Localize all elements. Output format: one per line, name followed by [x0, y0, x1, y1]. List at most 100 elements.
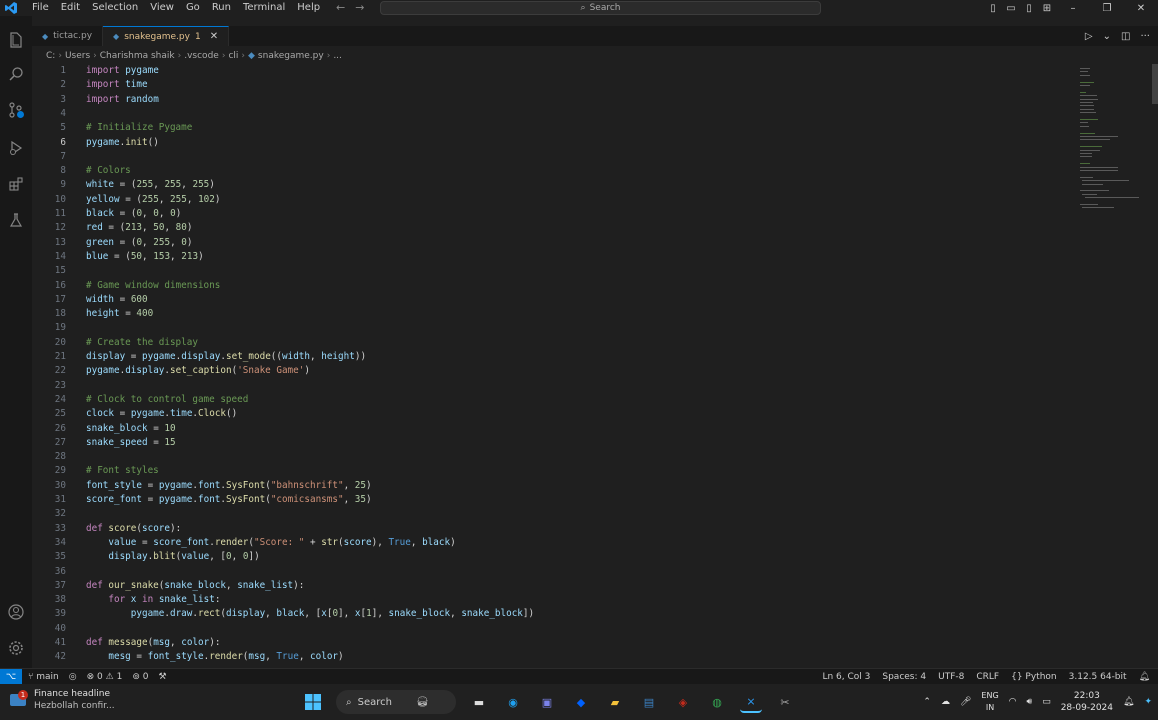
- microphone-icon[interactable]: 🎤︎: [960, 697, 971, 707]
- battery-icon[interactable]: ▭: [1042, 697, 1051, 707]
- code-line[interactable]: 30 font_style = pygame.font.SysFont("bahn…: [32, 479, 1076, 493]
- breadcrumb-item[interactable]: C:: [46, 51, 55, 61]
- code-line[interactable]: 27 snake_speed = 15: [32, 436, 1076, 450]
- store-app-icon[interactable]: ▤: [638, 691, 660, 713]
- tab-snakegame[interactable]: ◆ snakegame.py 1 ✕: [103, 26, 230, 46]
- menu-terminal[interactable]: Terminal: [237, 0, 291, 16]
- code-line[interactable]: 14 blue = (50, 153, 213): [32, 250, 1076, 264]
- taskbar-search[interactable]: ⌕ Search 🍔︎: [336, 690, 456, 714]
- code-line[interactable]: 22 pygame.display.set_caption('Snake Game…: [32, 364, 1076, 378]
- toggle-panel-icon[interactable]: ▭: [1002, 3, 1020, 14]
- code-line[interactable]: 2 import time: [32, 78, 1076, 92]
- forward-arrow-icon[interactable]: →: [355, 0, 364, 16]
- code-line[interactable]: 25 clock = pygame.time.Clock(): [32, 407, 1076, 421]
- menu-help[interactable]: Help: [291, 0, 326, 16]
- code-line[interactable]: 36: [32, 565, 1076, 579]
- remote-indicator-icon[interactable]: ⌥: [0, 668, 22, 685]
- code-line[interactable]: 9 white = (255, 255, 255): [32, 178, 1076, 192]
- volume-icon[interactable]: 🔊︎: [1027, 697, 1033, 707]
- copilot-icon[interactable]: ✦: [1144, 697, 1152, 707]
- code-line[interactable]: 35 display.blit(value, [0, 0]): [32, 550, 1076, 564]
- code-line[interactable]: 37 def our_snake(snake_block, snake_list)…: [32, 579, 1076, 593]
- sync-icon[interactable]: ◎: [69, 672, 77, 682]
- toggle-secondary-sidebar-icon[interactable]: ▯: [1020, 3, 1038, 14]
- snipping-tool-icon[interactable]: ✂: [774, 691, 796, 713]
- minimize-icon[interactable]: –: [1056, 3, 1090, 14]
- menu-go[interactable]: Go: [180, 0, 206, 16]
- branch-indicator[interactable]: ⑂ main: [28, 672, 59, 682]
- code-line[interactable]: 38 for x in snake_list:: [32, 593, 1076, 607]
- breadcrumb-item[interactable]: .vscode: [184, 51, 219, 61]
- chrome-browser-icon[interactable]: ◍: [706, 691, 728, 713]
- code-line[interactable]: 13 green = (0, 255, 0): [32, 236, 1076, 250]
- windows-start-icon[interactable]: [302, 691, 324, 713]
- code-line[interactable]: 18 height = 400: [32, 307, 1076, 321]
- onedrive-cloud-icon[interactable]: ☁: [941, 697, 950, 707]
- split-editor-icon[interactable]: ◫: [1121, 31, 1130, 42]
- code-line[interactable]: 11 black = (0, 0, 0): [32, 207, 1076, 221]
- teams-app-icon[interactable]: ▣: [536, 691, 558, 713]
- explorer-icon[interactable]: [6, 30, 26, 50]
- ports-indicator[interactable]: ⊚ 0: [132, 672, 148, 682]
- live-share-icon[interactable]: ⚒: [158, 672, 166, 682]
- code-line[interactable]: 40: [32, 622, 1076, 636]
- minimap[interactable]: [1080, 64, 1150, 224]
- dropbox-app-icon[interactable]: ◆: [570, 691, 592, 713]
- file-explorer-app-icon[interactable]: ▬: [468, 691, 490, 713]
- tab-tictac[interactable]: ◆ tictac.py: [32, 26, 104, 46]
- close-window-icon[interactable]: ✕: [1124, 3, 1158, 14]
- more-actions-icon[interactable]: ···: [1140, 31, 1150, 42]
- run-dropdown-chevron-icon[interactable]: ⌄: [1103, 31, 1111, 42]
- code-line[interactable]: 6 pygame.init(): [32, 136, 1076, 150]
- code-line[interactable]: 4: [32, 107, 1076, 121]
- mcafee-app-icon[interactable]: ◈: [672, 691, 694, 713]
- source-control-icon[interactable]: [6, 100, 26, 120]
- clock[interactable]: 22:03 28-09-2024: [1061, 690, 1113, 714]
- menu-view[interactable]: View: [144, 0, 180, 16]
- code-line[interactable]: 16 # Game window dimensions: [32, 279, 1076, 293]
- wifi-icon[interactable]: ◠: [1009, 697, 1017, 707]
- code-line[interactable]: 10 yellow = (255, 255, 102): [32, 193, 1076, 207]
- code-line[interactable]: 23: [32, 379, 1076, 393]
- edge-browser-icon[interactable]: ◉: [502, 691, 524, 713]
- code-line[interactable]: 21 display = pygame.display.set_mode((wid…: [32, 350, 1076, 364]
- indentation[interactable]: Spaces: 4: [882, 672, 926, 682]
- breadcrumb-item[interactable]: Charishma shaik: [100, 51, 175, 61]
- toggle-primary-sidebar-icon[interactable]: ▯: [984, 3, 1002, 14]
- back-arrow-icon[interactable]: ←: [336, 0, 345, 16]
- notifications-bell-icon[interactable]: 🔔︎: [1123, 697, 1134, 707]
- code-editor[interactable]: 1 import pygame 2 import time 3 import random…: [32, 64, 1076, 668]
- menu-run[interactable]: Run: [206, 0, 237, 16]
- folder-app-icon[interactable]: ▰: [604, 691, 626, 713]
- command-center-search[interactable]: ⌕ Search: [380, 1, 821, 15]
- code-line[interactable]: 39 pygame.draw.rect(display, black, [x[0…: [32, 607, 1076, 621]
- code-line[interactable]: 29 # Font styles: [32, 464, 1076, 478]
- vscode-app-icon[interactable]: ⨯: [740, 691, 762, 713]
- notifications-bell-icon[interactable]: 🔔︎: [1139, 672, 1150, 682]
- close-tab-icon[interactable]: ✕: [210, 31, 218, 42]
- search-view-icon[interactable]: [6, 64, 26, 84]
- menu-file[interactable]: File: [26, 0, 55, 16]
- code-line[interactable]: 26 snake_block = 10: [32, 422, 1076, 436]
- code-line[interactable]: 19: [32, 321, 1076, 335]
- code-line[interactable]: 42 mesg = font_style.render(msg, True, c…: [32, 650, 1076, 664]
- code-line[interactable]: 7: [32, 150, 1076, 164]
- menu-selection[interactable]: Selection: [86, 0, 144, 16]
- breadcrumb-item[interactable]: cli: [228, 51, 238, 61]
- code-line[interactable]: 1 import pygame: [32, 64, 1076, 78]
- restore-icon[interactable]: ❐: [1090, 3, 1124, 14]
- language-mode[interactable]: {} Python: [1011, 672, 1057, 682]
- code-line[interactable]: 31 score_font = pygame.font.SysFont("comi…: [32, 493, 1076, 507]
- editor-scrollbar[interactable]: [1152, 64, 1158, 668]
- breadcrumb-item[interactable]: ...: [333, 51, 342, 61]
- code-line[interactable]: 33 def score(score):: [32, 522, 1076, 536]
- breadcrumb-item[interactable]: Users: [65, 51, 90, 61]
- scrollbar-thumb[interactable]: [1152, 64, 1158, 104]
- code-line[interactable]: 34 value = score_font.render("Score: " +…: [32, 536, 1076, 550]
- code-line[interactable]: 41 def message(msg, color):: [32, 636, 1076, 650]
- python-interpreter[interactable]: 3.12.5 64-bit: [1069, 672, 1127, 682]
- show-hidden-icons-chevron-icon[interactable]: ⌃: [923, 697, 931, 707]
- problems-indicator[interactable]: ⊗ 0 ⚠ 1: [87, 672, 123, 682]
- code-line[interactable]: 8 # Colors: [32, 164, 1076, 178]
- accounts-icon[interactable]: [6, 602, 26, 622]
